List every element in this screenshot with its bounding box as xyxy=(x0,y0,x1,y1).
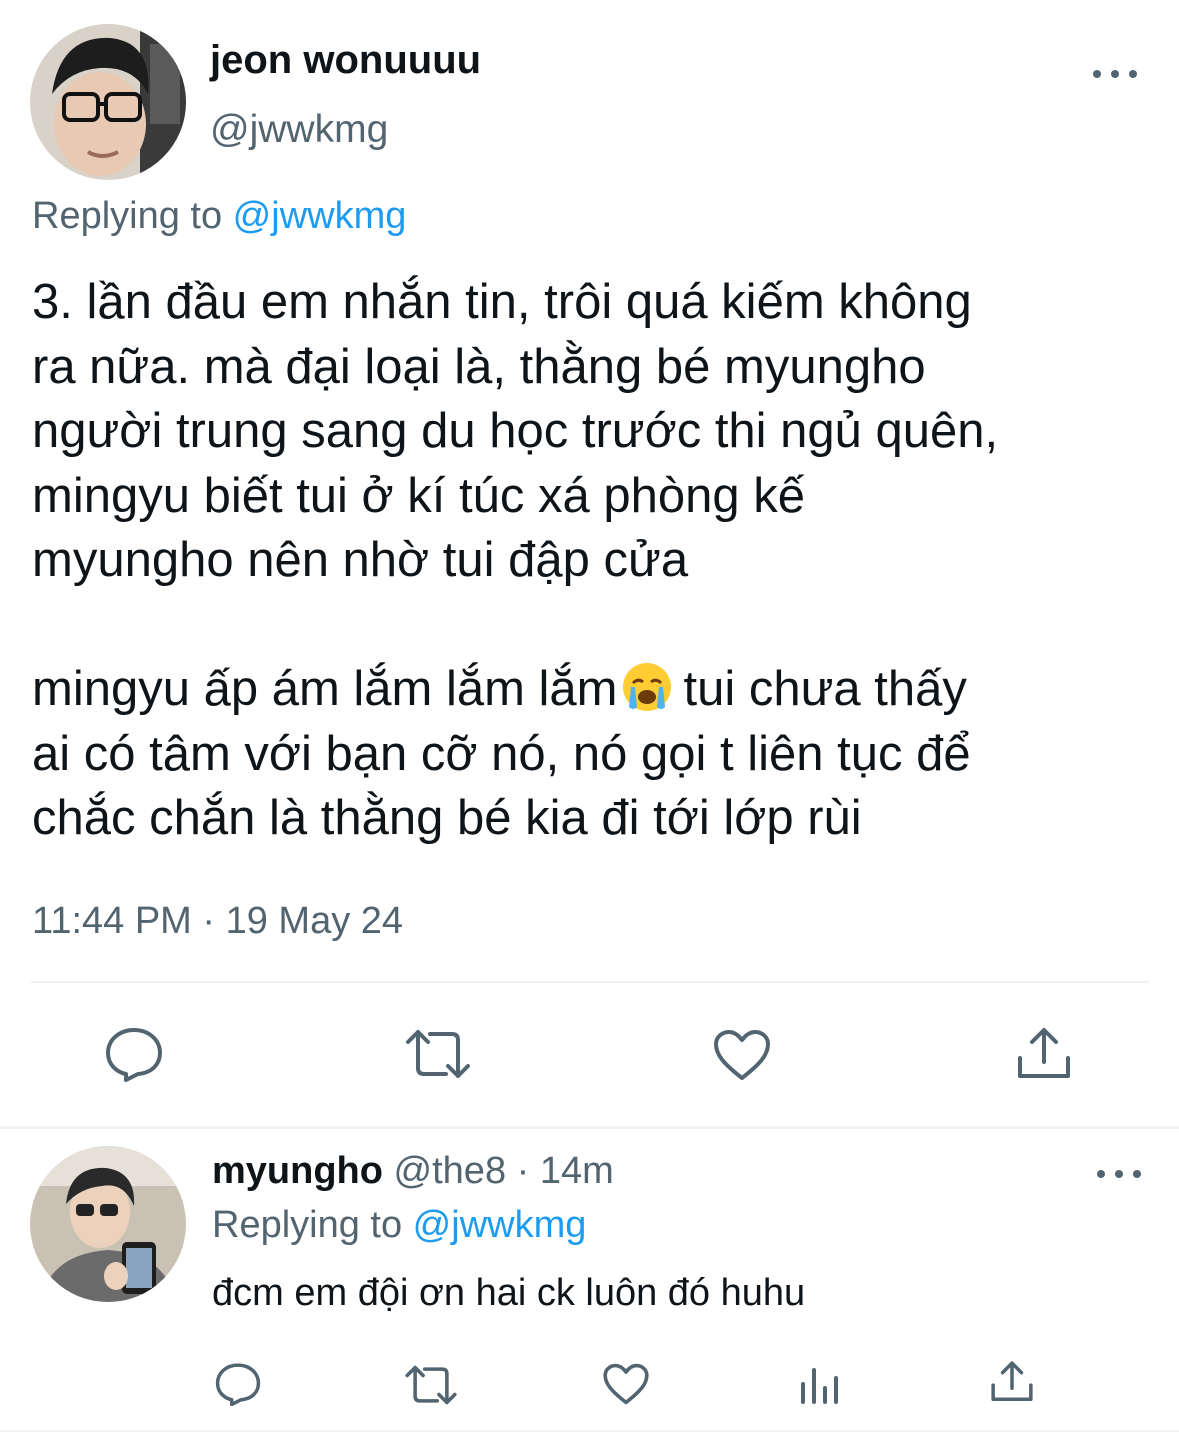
tweet-text-line-with-emoji: mingyu ấp ám lắm lắm lắm tui chưa thấy xyxy=(32,657,1162,722)
divider xyxy=(30,981,1149,983)
reply-replying-to-line: Replying to @jwwkmg xyxy=(212,1204,586,1247)
section-divider xyxy=(0,1126,1179,1129)
reply-text: đcm em đội ơn hai ck luôn đó huhu xyxy=(212,1272,806,1314)
author-avatar[interactable] xyxy=(30,24,186,180)
more-options-icon[interactable] xyxy=(1093,62,1137,86)
share-icon[interactable] xyxy=(1016,1026,1072,1082)
reply-more-options-icon[interactable] xyxy=(1097,1162,1141,1186)
reply-share-icon[interactable] xyxy=(990,1360,1034,1404)
retweet-icon[interactable] xyxy=(404,1028,472,1080)
tweet-text-line: ai có tâm với bạn cỡ nó, nó gọi t liên t… xyxy=(32,726,971,781)
tweet-text-line: người trung sang du học trước thi ngủ qu… xyxy=(32,404,999,458)
tweet-text: 3. lần đầu em nhắn tin, trôi quá kiếm kh… xyxy=(32,270,1162,851)
tweet-text-line: chắc chắn là thằng bé kia đi tới lớp rùi xyxy=(32,791,862,845)
like-icon[interactable] xyxy=(712,1028,772,1082)
tweet-timestamp[interactable]: 11:44 PM · 19 May 24 xyxy=(32,900,403,943)
tweet-text-line: ra nữa. mà đại loại là, thằng bé myungho xyxy=(32,339,926,394)
reply-icon[interactable] xyxy=(104,1026,164,1082)
tweet-text-line: 3. lần đầu em nhắn tin, trôi quá kiếm kh… xyxy=(32,275,972,329)
tweet-text-segment: tui chưa thấy xyxy=(683,662,967,716)
reply-author-display-name[interactable]: myungho xyxy=(212,1150,383,1192)
reply-author-avatar[interactable] xyxy=(30,1146,186,1302)
replying-to-line: Replying to @jwwkmg xyxy=(32,195,406,238)
replying-to-handle-link[interactable]: @jwwkmg xyxy=(413,1204,587,1246)
reply-reply-icon[interactable] xyxy=(214,1362,262,1406)
tweet-text-line: mingyu biết tui ở kí túc xá phòng kế xyxy=(32,468,805,523)
views-icon[interactable] xyxy=(798,1362,840,1404)
reply-author-handle-time[interactable]: @the8 · 14m xyxy=(383,1150,614,1192)
reply-header: myungho @the8 · 14m xyxy=(212,1150,614,1193)
author-handle[interactable]: @jwwkmg xyxy=(210,108,388,152)
replying-to-label: Replying to xyxy=(32,195,233,237)
crying-face-emoji-icon xyxy=(623,663,672,711)
tweet-text-segment: mingyu ấp ám lắm lắm lắm xyxy=(32,662,618,716)
divider xyxy=(0,1430,1179,1432)
reply-retweet-icon[interactable] xyxy=(404,1364,458,1406)
reply-like-icon[interactable] xyxy=(602,1362,650,1406)
author-display-name[interactable]: jeon wonuuuu xyxy=(210,38,481,83)
replying-to-label: Replying to xyxy=(212,1204,413,1246)
tweet-text-line: myungho nên nhờ tui đập cửa xyxy=(32,533,689,587)
replying-to-handle-link[interactable]: @jwwkmg xyxy=(233,195,407,237)
